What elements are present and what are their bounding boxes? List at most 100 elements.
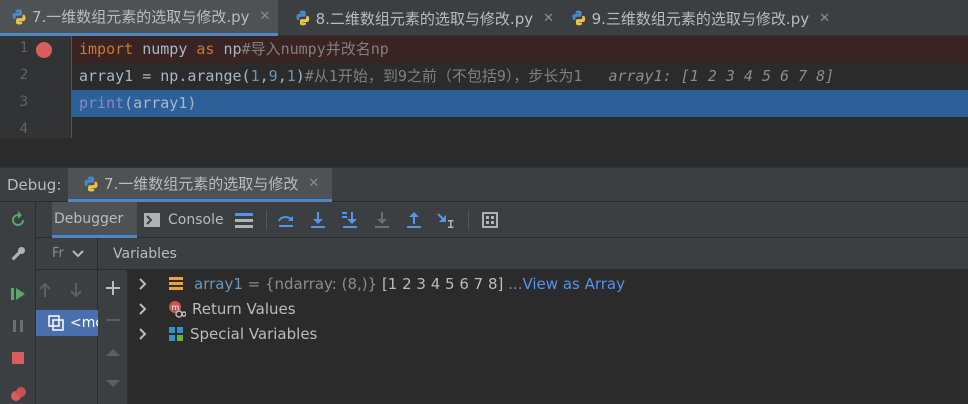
toolbar-separator (266, 210, 267, 230)
pause-icon[interactable] (8, 316, 28, 336)
code-number: 9 (268, 67, 278, 85)
frames-header: Fr (36, 238, 98, 270)
frame-label: <mo (70, 315, 98, 331)
frames-panel: Fr <mo (36, 238, 98, 404)
variables-tree: array1 = {ndarray: (8,)} [1 2 3 4 5 6 7 … (128, 270, 968, 404)
force-step-into-icon[interactable] (372, 210, 392, 230)
tab-file-9[interactable]: 9.三维数组元素的选取与修改.py ✕ (560, 0, 830, 36)
variable-name: array1 (194, 274, 243, 293)
chevron-right-icon[interactable] (138, 302, 148, 315)
code-comment: #导入numpy并改名np (241, 40, 389, 58)
code-line-2[interactable]: array1 = np.arange(1,9,1)#从1开始，到9之前（不包括9… (72, 63, 968, 90)
move-up-icon[interactable] (105, 346, 121, 358)
debug-session-label: 7.一维数组元素的选取与修改 (104, 175, 299, 193)
frame-item-selected[interactable]: <mo (36, 310, 98, 336)
move-down-icon[interactable] (105, 378, 121, 390)
code-text: np (214, 40, 242, 58)
tab-label: 7.一维数组元素的选取与修改.py (32, 8, 250, 26)
inline-debug-value: array1: [1 2 3 4 5 6 7 8] (608, 67, 835, 85)
code-builtin: print (79, 94, 125, 112)
code-line-3-current[interactable]: print(array1) (72, 90, 968, 117)
tab-file-7[interactable]: 7.一维数组元素的选取与修改.py ✕ (0, 0, 278, 36)
code-comment: #从1开始，到9之前（不包括9），步长为1 (304, 67, 583, 85)
return-values-icon: m (169, 300, 186, 318)
editor-gutter[interactable]: 1 2 3 4 (0, 36, 72, 138)
remove-watch-icon[interactable] (105, 312, 121, 328)
resume-icon[interactable] (8, 284, 28, 304)
view-as-array-link[interactable]: ...View as Array (508, 275, 625, 293)
special-variables-icon (169, 326, 183, 341)
code-text: numpy (133, 40, 197, 58)
debug-tool-window-header: Debug: 7.一维数组元素的选取与修改 ✕ (0, 168, 968, 202)
chevron-down-icon[interactable] (72, 249, 84, 259)
code-text: (array1) (124, 94, 197, 112)
wrench-icon[interactable] (8, 244, 28, 264)
step-over-icon[interactable] (276, 210, 296, 230)
debug-label: Debug: (7, 176, 62, 194)
variable-row-special-variables[interactable]: Special Variables (128, 321, 968, 346)
close-icon[interactable]: ✕ (543, 11, 554, 26)
view-breakpoints-icon[interactable] (8, 384, 28, 404)
close-icon[interactable]: ✕ (819, 11, 830, 26)
frame-icon (48, 315, 64, 331)
code-text: array1 = np.arange( (79, 67, 251, 85)
step-into-my-code-icon[interactable] (340, 210, 360, 230)
variable-type: = {ndarray: (8,)} (242, 274, 382, 293)
tab-label: 8.二维数组元素的选取与修改.py (315, 9, 534, 28)
menu-lines-icon[interactable] (234, 210, 254, 230)
code-keyword: as (196, 40, 215, 58)
debug-session-tab[interactable]: 7.一维数组元素的选取与修改 ✕ (68, 168, 332, 202)
breakpoint-icon[interactable] (36, 42, 52, 58)
tab-label: 9.三维数组元素的选取与修改.py (591, 9, 810, 28)
code-text: , (259, 67, 269, 85)
editor-empty-area (0, 138, 968, 168)
tab-file-8[interactable]: 8.二维数组元素的选取与修改.py ✕ (284, 0, 554, 36)
close-icon[interactable]: ✕ (308, 176, 319, 191)
console-icon (144, 213, 160, 227)
variables-toolbar (98, 270, 128, 404)
add-watch-icon[interactable] (105, 280, 121, 296)
rerun-icon[interactable] (8, 210, 28, 230)
variable-row-array1[interactable]: array1 = {ndarray: (8,)} [1 2 3 4 5 6 7 … (128, 271, 968, 296)
special-variables-label: Special Variables (190, 324, 318, 343)
tab-debugger-label: Debugger (54, 210, 124, 227)
evaluate-expression-icon[interactable] (480, 210, 500, 230)
python-file-icon (572, 10, 586, 26)
tab-console-label: Console (168, 212, 224, 228)
tab-console[interactable]: Console (144, 202, 224, 238)
code-keyword: import (79, 40, 134, 58)
line-number: 2 (19, 67, 28, 83)
line-number: 3 (19, 94, 28, 110)
python-file-icon (12, 9, 26, 25)
code-line-1[interactable]: import numpy as np#导入numpy并改名np (72, 36, 968, 63)
python-file-icon (296, 10, 310, 26)
run-to-cursor-icon[interactable] (436, 210, 456, 230)
close-icon[interactable]: ✕ (259, 9, 270, 24)
code-number: 1 (250, 67, 260, 85)
step-into-icon[interactable] (308, 210, 328, 230)
frames-thread-dropdown[interactable]: Fr (52, 246, 64, 261)
variables-header: Variables (98, 238, 968, 270)
step-out-icon[interactable] (404, 210, 424, 230)
debugger-toolbar: Debugger Console (36, 202, 968, 238)
variable-value: [1 2 3 4 5 6 7 8] (381, 274, 509, 293)
tab-debugger[interactable]: Debugger (52, 202, 138, 238)
arrow-up-icon[interactable] (38, 282, 52, 298)
variable-row-return-values[interactable]: m Return Values (128, 296, 968, 321)
debug-left-toolbar (0, 202, 36, 404)
code-number: 1 (286, 67, 296, 85)
return-values-label: Return Values (192, 299, 296, 318)
editor-tab-bar: 7.一维数组元素的选取与修改.py ✕ 8.二维数组元素的选取与修改.py ✕ … (0, 0, 968, 36)
line-number: 1 (19, 40, 28, 56)
code-line-4[interactable] (72, 117, 968, 138)
toolbar-separator (468, 210, 469, 230)
chevron-right-icon[interactable] (138, 277, 148, 290)
stop-icon[interactable] (8, 348, 28, 368)
code-text: , (277, 67, 287, 85)
ndarray-icon (169, 276, 183, 290)
python-run-icon (84, 176, 98, 191)
code-text: ) (295, 67, 305, 85)
arrow-down-icon[interactable] (69, 282, 83, 298)
variables-title: Variables (113, 246, 177, 262)
chevron-right-icon[interactable] (138, 327, 148, 340)
